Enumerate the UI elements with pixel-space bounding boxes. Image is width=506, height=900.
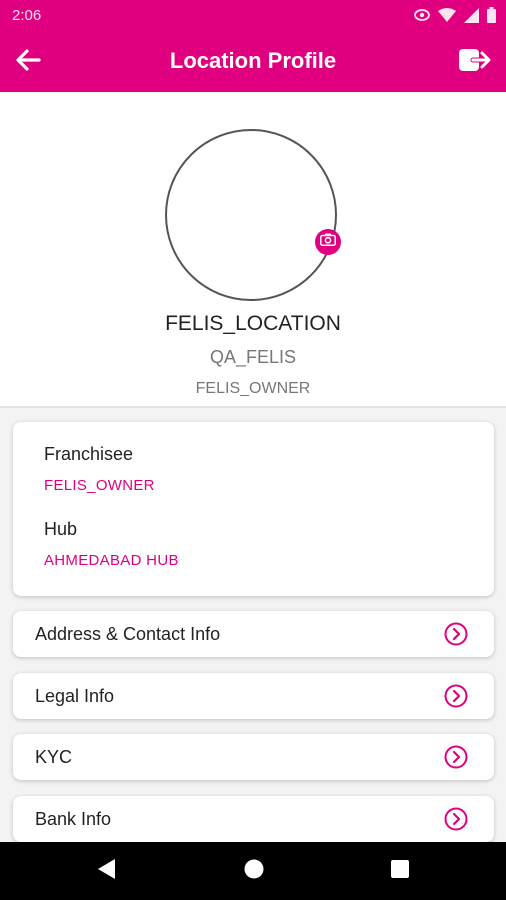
signal-icon [464, 7, 479, 23]
home-circle-icon [244, 859, 264, 884]
chevron-right-circle-icon [444, 622, 468, 646]
status-icons [414, 7, 496, 23]
chevron-right-circle-icon [444, 745, 468, 769]
profile-name: FELIS_LOCATION [165, 312, 341, 335]
franchisee-value: FELIS_OWNER [44, 477, 155, 494]
wifi-icon [438, 8, 456, 22]
camera-icon [320, 233, 336, 251]
recents-square-icon [391, 859, 409, 883]
hub-label: Hub [44, 519, 78, 539]
status-time: 2:06 [12, 7, 42, 24]
profile-owner: FELIS_OWNER [195, 380, 311, 397]
menu-item-bank-info[interactable]: Bank Info [13, 796, 494, 842]
menu-item-label: Legal Info [35, 686, 115, 706]
avatar[interactable] [165, 129, 337, 301]
system-recents-button[interactable] [388, 859, 412, 883]
menu-item-legal-info[interactable]: Legal Info [13, 673, 494, 719]
back-triangle-icon [98, 858, 116, 884]
hub-value: AHMEDABAD HUB [44, 552, 179, 569]
battery-icon [487, 7, 496, 23]
chevron-right-circle-icon [444, 807, 468, 831]
menu-item-address-contact[interactable]: Address & Contact Info [13, 611, 494, 657]
status-bar: 2:06 [0, 0, 506, 32]
logout-icon [459, 46, 493, 79]
menu-item-label: KYC [35, 747, 73, 767]
system-nav-bar [0, 842, 506, 900]
app-bar: Location Profile [0, 32, 506, 92]
menu-item-kyc[interactable]: KYC [13, 734, 494, 780]
eye-icon [414, 9, 430, 21]
system-home-button[interactable] [242, 859, 266, 883]
profile-panel: FELIS_LOCATION QA_FELIS FELIS_OWNER [0, 92, 506, 408]
profile-code: QA_FELIS [209, 347, 297, 367]
menu-item-label: Bank Info [35, 809, 112, 829]
system-back-button[interactable] [95, 858, 119, 884]
logout-button[interactable] [458, 44, 494, 80]
chevron-right-circle-icon [444, 684, 468, 708]
info-card: Franchisee FELIS_OWNER Hub AHMEDABAD HUB [13, 422, 494, 596]
menu-item-label: Address & Contact Info [35, 624, 221, 644]
page-title: Location Profile [169, 48, 337, 73]
change-photo-button[interactable] [315, 229, 341, 255]
franchisee-label: Franchisee [44, 444, 134, 464]
